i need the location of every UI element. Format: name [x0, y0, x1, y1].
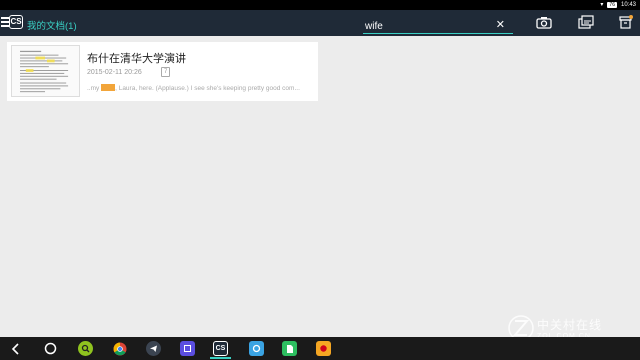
scan-icon[interactable] — [578, 15, 594, 29]
search-app-icon[interactable] — [78, 341, 93, 356]
notes-app-icon[interactable] — [180, 341, 195, 356]
back-icon[interactable] — [8, 341, 23, 356]
app-bar: CS 我的文档(1) ✕ — [0, 10, 640, 36]
document-date: 2015-02-11 20:26 — [87, 69, 142, 76]
photo-app-icon[interactable] — [316, 341, 331, 356]
camera-icon[interactable] — [536, 16, 552, 29]
close-icon[interactable]: ✕ — [496, 18, 505, 31]
menu-icon[interactable] — [1, 17, 9, 29]
watermark-cn: 中关村在线 — [537, 318, 603, 332]
search-highlight — [101, 84, 116, 91]
document-title: 布什在清华大学演讲 — [87, 53, 186, 65]
page-title[interactable]: 我的文档(1) — [27, 18, 77, 32]
evernote-icon[interactable] — [282, 341, 297, 356]
status-bar: ▾ 76 10:43 — [0, 0, 640, 10]
snippet-text: , Laura, here. (Applause.) I see she's k… — [115, 85, 300, 92]
clock: 10:43 — [620, 1, 636, 8]
search-box[interactable]: ✕ — [363, 16, 513, 34]
document-thumbnail — [11, 45, 80, 97]
archive-icon[interactable] — [619, 15, 633, 29]
home-icon[interactable] — [43, 341, 58, 356]
qq-browser-icon[interactable] — [249, 341, 264, 356]
document-card[interactable]: 布什在清华大学演讲 2015-02-11 20:26 7 ..my , Laur… — [7, 42, 318, 101]
telegram-icon[interactable] — [146, 341, 161, 356]
camscanner-icon[interactable]: CS — [210, 341, 231, 359]
snippet-prefix: ..my — [87, 85, 100, 92]
search-input[interactable] — [363, 21, 487, 32]
navigation-bar: CS — [0, 337, 640, 360]
battery-indicator: 76 — [607, 1, 617, 8]
document-snippet: ..my , Laura, here. (Applause.) I see sh… — [87, 84, 300, 92]
chrome-icon[interactable] — [112, 341, 127, 356]
app-logo: CS — [9, 15, 23, 29]
signal-icon: ▾ — [600, 2, 604, 8]
page-count-badge: 7 — [161, 67, 171, 77]
